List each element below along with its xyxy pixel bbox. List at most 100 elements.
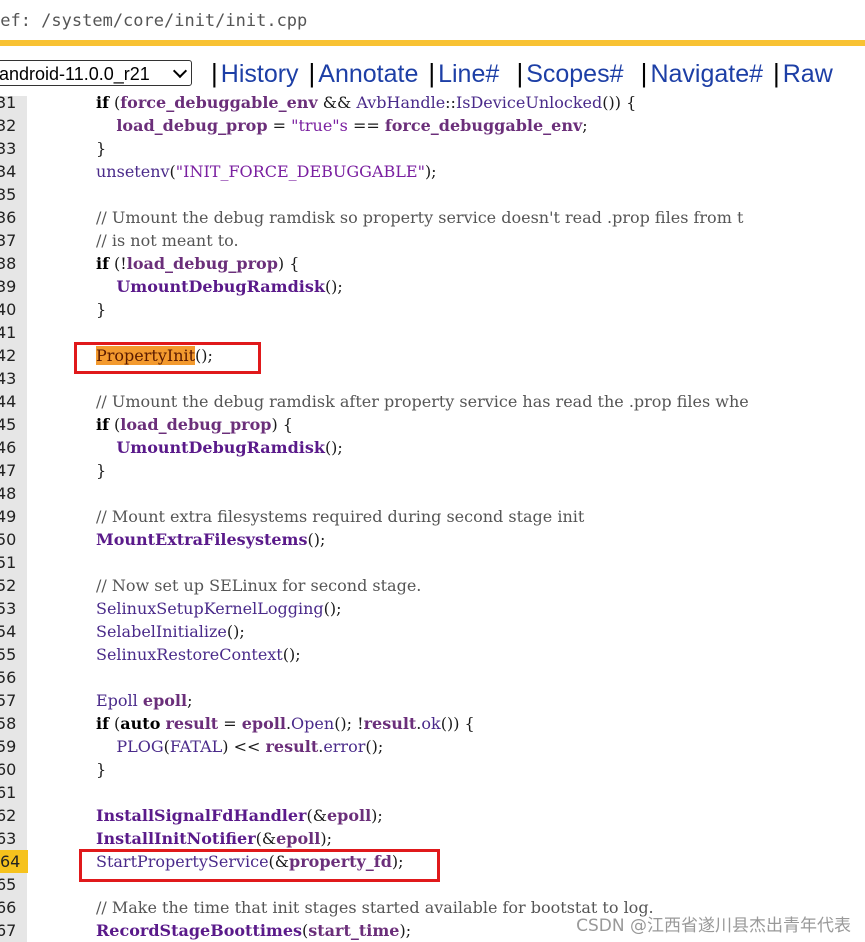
- line-number[interactable]: 43: [0, 367, 18, 390]
- line-number[interactable]: 36: [0, 206, 18, 229]
- code-line: 58 if (auto result = epoll.Open(); !resul…: [0, 712, 865, 735]
- nav-navigate-link[interactable]: Navigate#: [650, 60, 763, 88]
- code-line: 52 // Now set up SELinux for second stage…: [0, 574, 865, 597]
- line-number[interactable]: 46: [0, 436, 18, 459]
- code-text: load_debug_prop = "true"s == force_debug…: [116, 116, 588, 135]
- code-text: if (force_debuggable_env && AvbHandle::I…: [96, 96, 637, 112]
- line-number[interactable]: 53: [0, 597, 18, 620]
- code-line: 48: [0, 482, 865, 505]
- line-number[interactable]: 64: [0, 850, 28, 873]
- line-number[interactable]: 65: [0, 873, 18, 896]
- line-number[interactable]: 57: [0, 689, 18, 712]
- line-number[interactable]: 59: [0, 735, 18, 758]
- code-line: 33}: [0, 137, 865, 160]
- code-text: UmountDebugRamdisk();: [116, 438, 343, 457]
- code-text: SelabelInitialize();: [96, 622, 245, 641]
- code-text: }: [96, 760, 107, 779]
- nav-scopes-link[interactable]: Scopes#: [526, 60, 623, 88]
- code-line: 57 Epoll epoll;: [0, 689, 865, 712]
- code-view: 31 if (force_debuggable_env && AvbHandle:…: [0, 96, 865, 942]
- line-number[interactable]: 62: [0, 804, 18, 827]
- code-line: 36 // Umount the debug ramdisk so propert…: [0, 206, 865, 229]
- highlight-box-property-init: [74, 342, 261, 374]
- line-number[interactable]: 56: [0, 666, 18, 689]
- code-line: 60}: [0, 758, 865, 781]
- code-line: 49 // Mount extra filesystems required du…: [0, 505, 865, 528]
- version-select-value: android-11.0.0_r21: [0, 64, 150, 84]
- nav-annotate-link[interactable]: Annotate: [318, 60, 418, 88]
- code-line: 39 UmountDebugRamdisk();: [0, 275, 865, 298]
- code-line: 34 unsetenv("INIT_FORCE_DEBUGGABLE");: [0, 160, 865, 183]
- code-line: 53 SelinuxSetupKernelLogging();: [0, 597, 865, 620]
- line-number[interactable]: 50: [0, 528, 18, 551]
- code-line: 55 SelinuxRestoreContext();: [0, 643, 865, 666]
- code-text: // Make the time that init stages starte…: [96, 898, 654, 917]
- code-text: // Umount the debug ramdisk so property …: [96, 208, 744, 227]
- code-text: // Mount extra filesystems required duri…: [96, 507, 585, 526]
- code-text: if (auto result = epoll.Open(); !result.…: [96, 714, 475, 733]
- line-number[interactable]: 37: [0, 229, 18, 252]
- line-number[interactable]: 48: [0, 482, 18, 505]
- line-number[interactable]: 39: [0, 275, 18, 298]
- code-text: }: [96, 300, 107, 319]
- code-text: InstallInitNotifier(&epoll);: [96, 829, 332, 848]
- code-line: 51: [0, 551, 865, 574]
- code-text: if (load_debug_prop) {: [96, 415, 293, 434]
- code-line: 44 // Umount the debug ramdisk after prop…: [0, 390, 865, 413]
- code-line: 32 load_debug_prop = "true"s == force_de…: [0, 114, 865, 137]
- line-number[interactable]: 49: [0, 505, 18, 528]
- line-number[interactable]: 34: [0, 160, 18, 183]
- toolbar: android-11.0.0_r21 | History | Annotate | L…: [0, 50, 865, 96]
- nav-raw-link[interactable]: Raw: [783, 60, 833, 88]
- line-number[interactable]: 66: [0, 896, 18, 919]
- code-text: InstallSignalFdHandler(&epoll);: [96, 806, 383, 825]
- nav-links: | History | Annotate | Line# | Scopes# | Navi…: [211, 58, 833, 88]
- line-number[interactable]: 61: [0, 781, 18, 804]
- code-text: PLOG(FATAL) << result.error();: [116, 737, 384, 756]
- code-text: MountExtraFilesystems();: [96, 530, 326, 549]
- line-number[interactable]: 33: [0, 137, 18, 160]
- code-line: 35: [0, 183, 865, 206]
- code-line: 59 PLOG(FATAL) << result.error();: [0, 735, 865, 758]
- line-number[interactable]: 52: [0, 574, 18, 597]
- line-number[interactable]: 63: [0, 827, 18, 850]
- code-text: }: [96, 139, 107, 158]
- code-text: unsetenv("INIT_FORCE_DEBUGGABLE");: [96, 162, 437, 181]
- line-number[interactable]: 60: [0, 758, 18, 781]
- code-text: SelinuxRestoreContext();: [96, 645, 301, 664]
- code-line: 61: [0, 781, 865, 804]
- line-number[interactable]: 47: [0, 459, 18, 482]
- code-line: 31 if (force_debuggable_env && AvbHandle:…: [0, 96, 865, 114]
- line-number[interactable]: 55: [0, 643, 18, 666]
- line-number[interactable]: 44: [0, 390, 18, 413]
- code-text: // Now set up SELinux for second stage.: [96, 576, 422, 595]
- line-number[interactable]: 51: [0, 551, 18, 574]
- line-number[interactable]: 32: [0, 114, 18, 137]
- line-number[interactable]: 38: [0, 252, 18, 275]
- code-line: 54 SelabelInitialize();: [0, 620, 865, 643]
- code-text: SelinuxSetupKernelLogging();: [96, 599, 342, 618]
- line-number[interactable]: 54: [0, 620, 18, 643]
- line-number[interactable]: 67: [0, 919, 18, 942]
- code-line: 62 InstallSignalFdHandler(&epoll);: [0, 804, 865, 827]
- nav-line-link[interactable]: Line#: [438, 60, 499, 88]
- line-number[interactable]: 40: [0, 298, 18, 321]
- code-line: 45 if (load_debug_prop) {: [0, 413, 865, 436]
- code-text: RecordStageBoottimes(start_time);: [96, 921, 412, 940]
- code-text: // is not meant to.: [96, 231, 239, 250]
- line-number[interactable]: 31: [0, 96, 18, 114]
- line-number[interactable]: 42: [0, 344, 18, 367]
- line-number[interactable]: 41: [0, 321, 18, 344]
- code-text: // Umount the debug ramdisk after proper…: [96, 392, 749, 411]
- line-number[interactable]: 58: [0, 712, 18, 735]
- line-number[interactable]: 35: [0, 183, 18, 206]
- code-line: 40}: [0, 298, 865, 321]
- code-line: 38 if (!load_debug_prop) {: [0, 252, 865, 275]
- code-text: }: [96, 461, 107, 480]
- line-number[interactable]: 45: [0, 413, 18, 436]
- version-select[interactable]: android-11.0.0_r21: [0, 60, 192, 86]
- header-divider: [0, 40, 865, 46]
- code-line: 56: [0, 666, 865, 689]
- code-line: 47}: [0, 459, 865, 482]
- nav-history-link[interactable]: History: [221, 60, 299, 88]
